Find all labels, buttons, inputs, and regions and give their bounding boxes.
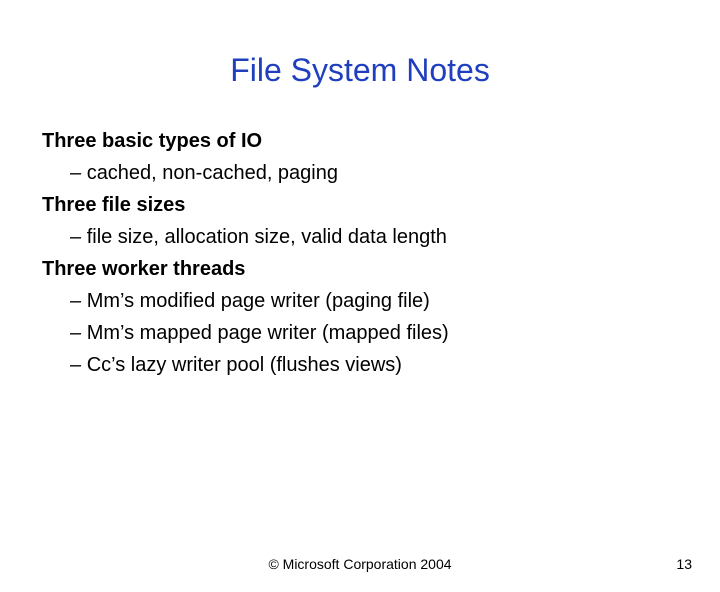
bullet-item: – Mm’s modified page writer (paging file… [70, 285, 678, 317]
section-head: Three file sizes [42, 189, 678, 221]
section-head: Three basic types of IO [42, 125, 678, 157]
bullet-item: – cached, non-cached, paging [70, 157, 678, 189]
section-head: Three worker threads [42, 253, 678, 285]
page-number: 13 [676, 556, 692, 572]
footer-copyright: © Microsoft Corporation 2004 [0, 556, 720, 572]
bullet-item: – Mm’s mapped page writer (mapped files) [70, 317, 678, 349]
bullet-item: – Cc’s lazy writer pool (flushes views) [70, 349, 678, 381]
slide-title: File System Notes [0, 52, 720, 89]
bullet-item: – file size, allocation size, valid data… [70, 221, 678, 253]
slide-body: Three basic types of IO – cached, non-ca… [42, 125, 678, 381]
